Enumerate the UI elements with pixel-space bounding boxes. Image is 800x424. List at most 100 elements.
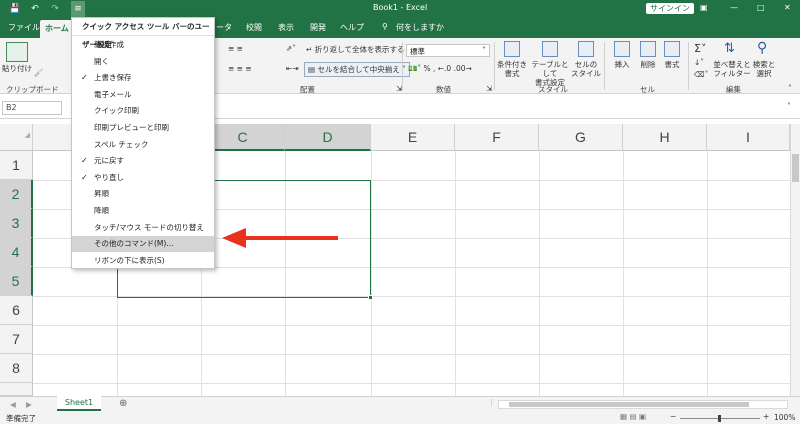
fill-handle[interactable]: [368, 295, 373, 300]
select-all-corner[interactable]: ◢: [0, 124, 33, 151]
add-sheet-icon[interactable]: ⊕: [119, 398, 127, 409]
qat-customize-button[interactable]: ≡: [71, 1, 85, 17]
menu-item[interactable]: タッチ/マウス モードの切り替え: [72, 220, 214, 236]
menu-item-label: 上書き保存: [94, 73, 132, 83]
minimize-button[interactable]: —: [730, 3, 738, 12]
menu-item[interactable]: 昇順: [72, 186, 214, 202]
row-header-4[interactable]: 4: [0, 238, 33, 267]
horizontal-scrollbar[interactable]: [498, 400, 788, 409]
row-header-7[interactable]: 7: [0, 325, 33, 354]
tab-file[interactable]: ファイル: [8, 22, 40, 33]
zoom-out-icon[interactable]: −: [670, 412, 676, 421]
menu-item[interactable]: 開く: [72, 54, 214, 70]
sort-filter-button[interactable]: 並べ替えと フィルター: [712, 60, 752, 78]
scroll-thumb[interactable]: [509, 402, 749, 407]
close-button[interactable]: ✕: [784, 3, 791, 12]
scroll-thumb[interactable]: [792, 154, 799, 182]
orientation-icon[interactable]: ⇗˅: [286, 44, 296, 53]
name-box[interactable]: B2: [2, 101, 62, 115]
find-select-icon[interactable]: ⚲: [757, 40, 773, 56]
column-header-g[interactable]: G: [539, 124, 623, 151]
tab-splitter-icon[interactable]: ⋮: [488, 398, 496, 407]
format-painter-icon[interactable]: 🖌: [34, 68, 44, 77]
prev-sheet-icon[interactable]: ◀: [10, 400, 16, 409]
menu-item[interactable]: 新規作成: [72, 37, 214, 53]
redo-icon[interactable]: ↷: [48, 2, 62, 16]
insert-button[interactable]: 挿入: [610, 60, 634, 69]
number-format-select[interactable]: 標準 ˅: [406, 44, 490, 57]
paste-icon[interactable]: [6, 42, 28, 62]
row-header-9[interactable]: [0, 383, 33, 396]
cell-styles-button[interactable]: セルの スタイル: [570, 60, 602, 78]
column-header-f[interactable]: F: [455, 124, 539, 151]
find-select-button[interactable]: 検索と 選択: [750, 60, 778, 78]
undo-icon[interactable]: ↶: [28, 2, 42, 16]
align-top-icon[interactable]: ≡ ≡: [228, 44, 243, 53]
column-header-d[interactable]: D: [285, 124, 371, 151]
fill-icon[interactable]: ↓˅: [694, 58, 704, 67]
ribbon-display-icon[interactable]: ▣: [700, 3, 708, 12]
vertical-scrollbar[interactable]: [790, 124, 800, 396]
tab-data[interactable]: ータ: [216, 22, 232, 33]
zoom-in-icon[interactable]: +: [763, 412, 769, 421]
conditional-format-icon[interactable]: [504, 41, 520, 57]
menu-item[interactable]: ✓ やり直し: [72, 170, 214, 186]
next-sheet-icon[interactable]: ▶: [26, 400, 32, 409]
wrap-text-button[interactable]: ↵ 折り返して全体を表示する: [306, 44, 404, 55]
menu-item[interactable]: ✓ 上書き保存: [72, 70, 214, 86]
sheet-tab-sheet1[interactable]: Sheet1: [57, 396, 101, 411]
collapse-ribbon-icon[interactable]: ˄: [788, 84, 792, 93]
title-bar: 💾 ↶ ↷ Book1 - Excel サインイン ▣ — □ ✕: [0, 0, 800, 18]
tab-view[interactable]: 表示: [278, 22, 294, 33]
menu-item[interactable]: スペル チェック: [72, 137, 214, 153]
paste-button[interactable]: 貼り付け: [2, 64, 32, 73]
tell-me-box[interactable]: 何をしますか: [396, 22, 444, 33]
menu-item[interactable]: ✓ 元に戻す: [72, 153, 214, 169]
tab-home[interactable]: ホーム: [40, 20, 74, 38]
row-header-2[interactable]: 2: [0, 180, 33, 209]
menu-item[interactable]: 電子メール: [72, 87, 214, 103]
conditional-format-button[interactable]: 条件付き 書式: [496, 60, 528, 78]
column-header-h[interactable]: H: [623, 124, 707, 151]
format-as-table-button[interactable]: テーブルとして 書式設定: [528, 60, 572, 87]
save-icon[interactable]: 💾: [8, 2, 22, 16]
tell-me-icon[interactable]: ⚲: [382, 22, 388, 31]
column-header-e[interactable]: E: [371, 124, 455, 151]
row-header-8[interactable]: 8: [0, 354, 33, 383]
maximize-button[interactable]: □: [757, 3, 765, 12]
insert-icon[interactable]: [614, 41, 630, 57]
clear-icon[interactable]: ⌫˅: [694, 70, 708, 79]
tab-review[interactable]: 校閲: [246, 22, 262, 33]
tab-help[interactable]: ヘルプ: [340, 22, 364, 33]
format-icon[interactable]: [664, 41, 680, 57]
tab-developer[interactable]: 開発: [310, 22, 326, 33]
number-format-buttons[interactable]: 💵˅ % , ←.0 .00→: [408, 64, 472, 73]
menu-item[interactable]: 降順: [72, 203, 214, 219]
menu-item[interactable]: リボンの下に表示(S): [72, 253, 214, 269]
number-launcher-icon[interactable]: ⇲: [486, 84, 492, 93]
sort-filter-icon[interactable]: ⇅: [724, 41, 740, 57]
column-header-i[interactable]: I: [707, 124, 790, 151]
format-button[interactable]: 書式: [660, 60, 684, 69]
indent-icon[interactable]: ⇤⇥: [286, 64, 299, 73]
row-header-6[interactable]: 6: [0, 296, 33, 325]
expand-formula-icon[interactable]: ˅: [787, 102, 791, 111]
format-as-table-icon[interactable]: [542, 41, 558, 57]
row-header-1[interactable]: 1: [0, 151, 33, 180]
delete-button[interactable]: 削除: [636, 60, 660, 69]
styles-group-label: スタイル: [538, 85, 568, 94]
delete-icon[interactable]: [640, 41, 656, 57]
merge-center-button[interactable]: ▤ セルを結合して中央揃え ˅: [304, 62, 410, 77]
row-header-3[interactable]: 3: [0, 209, 33, 238]
zoom-level[interactable]: 100%: [774, 413, 795, 422]
menu-item[interactable]: クイック印刷: [72, 103, 214, 119]
row-header-5[interactable]: 5: [0, 267, 33, 296]
view-buttons[interactable]: ▦ ▤ ▣: [620, 412, 646, 421]
menu-item[interactable]: その他のコマンド(M)...: [72, 236, 214, 253]
autosum-icon[interactable]: Σ˅: [694, 42, 706, 55]
zoom-thumb[interactable]: [718, 415, 721, 422]
align-left-icon[interactable]: ≡ ≡ ≡: [228, 64, 252, 73]
signin-button[interactable]: サインイン: [646, 3, 694, 14]
menu-item[interactable]: 印刷プレビューと印刷: [72, 120, 214, 136]
cell-styles-icon[interactable]: [578, 41, 594, 57]
